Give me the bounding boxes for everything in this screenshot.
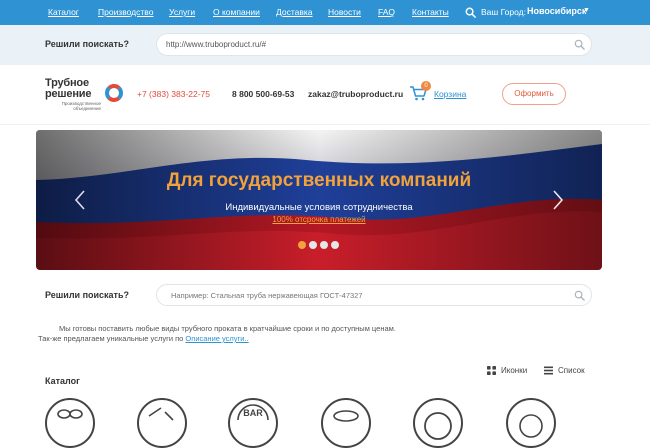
search-icon[interactable] — [465, 7, 476, 18]
banner-link[interactable]: 100% отсрочка платежей — [36, 215, 602, 224]
view-icons-label: Иконки — [501, 366, 528, 375]
intro-text: Мы готовы поставить любые виды трубного … — [59, 324, 396, 333]
search-icon[interactable] — [574, 290, 585, 301]
bar-gauge-icon: BAR — [237, 404, 269, 421]
catalog-item-rings[interactable] — [413, 398, 463, 448]
intro-prefix: Так-же предлагаем уникальные услуги по — [38, 334, 186, 343]
catalog-item-flanges[interactable] — [321, 398, 371, 448]
nav-link-about[interactable]: О компании — [213, 7, 260, 17]
nav-link-faq[interactable]: FAQ — [378, 7, 395, 17]
banner-title: Для государственных компаний — [166, 170, 472, 191]
chevron-right-icon[interactable] — [552, 189, 564, 211]
email-address[interactable]: zakaz@truboproduct.ru — [308, 89, 403, 99]
top-nav: Каталог Производство Услуги О компании Д… — [0, 0, 650, 25]
search-input-top[interactable] — [156, 33, 592, 56]
hero-banner: Для государственных компаний Индивидуаль… — [36, 130, 602, 270]
nav-link-production[interactable]: Производство — [98, 7, 153, 17]
grid-icon — [487, 366, 496, 375]
search-bar-top: Решили поискать? — [0, 25, 650, 65]
view-list-label: Список — [558, 366, 585, 375]
cart-link[interactable]: Корзина — [434, 89, 466, 99]
services-link[interactable]: Описание услуги.. — [185, 334, 248, 343]
nav-link-delivery[interactable]: Доставка — [276, 7, 313, 17]
chevron-left-icon[interactable] — [74, 189, 86, 211]
banner-subtitle: Индивидуальные условия сотрудничества — [225, 202, 413, 213]
slider-dot-3[interactable] — [320, 241, 328, 249]
cart-count-badge: 0 — [421, 81, 431, 91]
search-label: Решили поискать? — [45, 39, 129, 49]
city-selector[interactable]: Новосибирск — [527, 6, 586, 16]
chevron-down-icon[interactable]: ▼ — [583, 7, 590, 14]
nav-link-contacts[interactable]: Контакты — [412, 7, 449, 17]
slider-dot-1[interactable] — [298, 241, 306, 249]
nav-link-services[interactable]: Услуги — [169, 7, 195, 17]
site-header: Трубное решение Производственное объедин… — [0, 65, 650, 125]
catalog-item-other[interactable] — [506, 398, 556, 448]
slider-dot-2[interactable] — [309, 241, 317, 249]
logo-tagline: Производственное объединение — [61, 101, 101, 111]
phone-free[interactable]: 8 800 500-69-53 — [232, 89, 294, 99]
catalog-title: Каталог — [45, 376, 80, 386]
city-label: Ваш Город: — [481, 7, 526, 17]
catalog-item-pipes[interactable] — [45, 398, 95, 448]
search-label: Решили поискать? — [45, 290, 129, 300]
search-bar-main: Решили поискать? — [0, 280, 650, 310]
catalog-item-bar[interactable]: BAR — [228, 398, 278, 448]
fittings-icon — [148, 407, 174, 421]
list-icon — [544, 366, 553, 375]
logo-line2: решение — [45, 88, 92, 100]
slider-dots — [298, 241, 340, 251]
logo[interactable]: Трубное решение Производственное объедин… — [45, 77, 125, 117]
slider-dot-4[interactable] — [331, 241, 339, 249]
phone-number[interactable]: +7 (383) 383-22-75 — [137, 89, 210, 99]
bar-label: BAR — [243, 408, 263, 418]
flange-icon — [333, 410, 359, 422]
pipes-icon — [57, 409, 83, 419]
nav-link-catalog[interactable]: Каталог — [48, 7, 79, 17]
checkout-button[interactable]: Оформить — [502, 83, 566, 105]
search-icon[interactable] — [574, 39, 585, 50]
catalog-item-fittings[interactable] — [137, 398, 187, 448]
logo-mark-icon — [105, 84, 123, 102]
nav-link-news[interactable]: Новости — [328, 7, 361, 17]
search-input-main[interactable] — [156, 284, 592, 306]
intro-text-services: Так-же предлагаем уникальные услуги по О… — [38, 334, 249, 343]
round-icon — [519, 414, 543, 438]
ring-icon — [424, 412, 452, 440]
